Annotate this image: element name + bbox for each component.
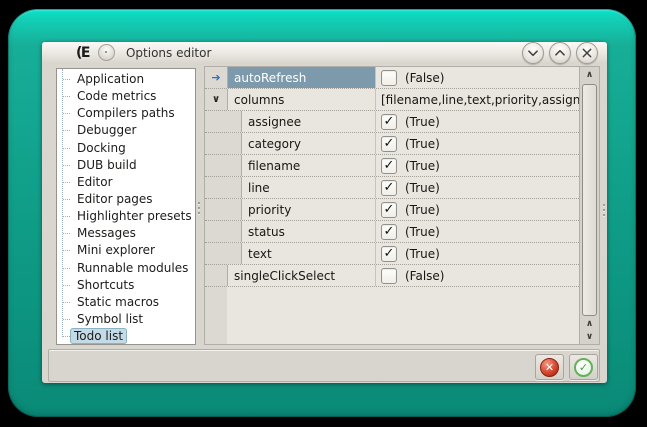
- categories-listbox: Application Code metrics Compilers paths…: [56, 68, 196, 345]
- minimize-button[interactable]: [522, 42, 544, 64]
- property-value: ✓ (True): [375, 199, 579, 220]
- sidebar-item-shortcuts[interactable]: Shortcuts: [57, 277, 195, 294]
- sidebar-item-compilers-paths[interactable]: Compilers paths: [57, 105, 195, 122]
- property-row-text[interactable]: text ✓ (True): [205, 243, 579, 265]
- property-row-priority[interactable]: priority ✓ (True): [205, 199, 579, 221]
- options-property-grid: ➔ autoRefresh (False) ∨ columns: [204, 66, 600, 345]
- sidebar-item-editor[interactable]: Editor: [57, 174, 195, 191]
- cancel-button[interactable]: ✕: [535, 354, 564, 380]
- sidebar-item-messages[interactable]: Messages: [57, 225, 195, 242]
- property-row-singleClickSelect[interactable]: singleClickSelect (False): [205, 265, 579, 287]
- chevron-down-icon: [523, 42, 543, 64]
- check-icon: ✓: [384, 115, 395, 128]
- check-icon: ✓: [384, 225, 395, 238]
- sidebar-item-code-metrics[interactable]: Code metrics: [57, 88, 195, 105]
- selected-row-arrow-icon: ➔: [211, 72, 220, 83]
- sidebar-item-symbol-list[interactable]: Symbol list: [57, 311, 195, 328]
- maximize-button[interactable]: [549, 42, 571, 64]
- chevron-up-icon: [550, 42, 570, 64]
- property-name[interactable]: priority: [241, 199, 375, 220]
- checkbox-checked[interactable]: ✓: [381, 114, 397, 130]
- sidebar-item-application[interactable]: Application: [57, 71, 195, 88]
- property-value: (False): [375, 265, 579, 286]
- property-value: ✓ (True): [375, 177, 579, 198]
- property-rows: ➔ autoRefresh (False) ∨ columns: [205, 67, 579, 344]
- scrollbar-thumb[interactable]: [582, 84, 597, 316]
- accept-button[interactable]: ✓: [569, 354, 598, 380]
- sidebar-item-todo-list[interactable]: Todo list: [57, 328, 195, 345]
- scroll-down-icon[interactable]: ∨: [580, 330, 599, 344]
- options-editor-dialog: (E Options editor: [42, 42, 607, 383]
- property-value: (False): [375, 67, 579, 88]
- property-row-columns[interactable]: ∨ columns [filename,line,text,priority,a…: [205, 89, 579, 111]
- property-name[interactable]: line: [241, 177, 375, 198]
- close-icon: [577, 42, 597, 64]
- checkbox-checked[interactable]: ✓: [381, 158, 397, 174]
- check-icon: ✓: [384, 137, 395, 150]
- accept-icon: ✓: [574, 358, 593, 377]
- checkbox-unchecked[interactable]: [381, 268, 397, 284]
- sidebar-item-editor-pages[interactable]: Editor pages: [57, 191, 195, 208]
- checkbox-checked[interactable]: ✓: [381, 202, 397, 218]
- check-icon: ✓: [384, 203, 395, 216]
- property-row-category[interactable]: category ✓ (True): [205, 133, 579, 155]
- property-name[interactable]: columns: [227, 89, 375, 110]
- row-gutter-cell: ∨: [205, 89, 227, 110]
- screen: (E Options editor: [0, 0, 647, 427]
- sidebar-item-debugger[interactable]: Debugger: [57, 122, 195, 139]
- property-value: ✓ (True): [375, 155, 579, 176]
- checkbox-checked[interactable]: ✓: [381, 224, 397, 240]
- property-name[interactable]: filename: [241, 155, 375, 176]
- checkbox-unchecked[interactable]: [381, 70, 397, 86]
- check-icon: ✓: [384, 159, 395, 172]
- cancel-icon: ✕: [540, 358, 559, 377]
- window-controls: [522, 42, 598, 64]
- checkbox-checked[interactable]: ✓: [381, 136, 397, 152]
- property-value: ✓ (True): [375, 243, 579, 264]
- scroll-up-icon[interactable]: ∧: [580, 68, 599, 82]
- close-button[interactable]: [576, 42, 598, 64]
- check-icon: ✓: [384, 247, 395, 260]
- window-menu-button[interactable]: [98, 44, 115, 61]
- sidebar-item-mini-explorer[interactable]: Mini explorer: [57, 242, 195, 259]
- checkbox-checked[interactable]: ✓: [381, 180, 397, 196]
- property-name[interactable]: assignee: [241, 111, 375, 132]
- resize-grip[interactable]: [603, 204, 605, 216]
- property-name[interactable]: status: [241, 221, 375, 242]
- window-title: Options editor: [126, 46, 211, 60]
- coedit-logo-icon: (E: [76, 46, 89, 60]
- property-row-assignee[interactable]: assignee ✓ (True): [205, 111, 579, 133]
- sidebar-item-runnable-modules[interactable]: Runnable modules: [57, 260, 195, 277]
- checkbox-checked[interactable]: ✓: [381, 246, 397, 262]
- splitter-grip[interactable]: [198, 202, 200, 214]
- row-gutter-cell: ➔: [205, 67, 227, 88]
- property-value: ✓ (True): [375, 111, 579, 132]
- footer-bar: ✕ ✓: [48, 349, 600, 382]
- sidebar-item-highlighter-presets[interactable]: Highlighter presets: [57, 208, 195, 225]
- expander-expanded-icon[interactable]: ∨: [212, 95, 220, 105]
- property-value: ✓ (True): [375, 221, 579, 242]
- scroll-up-icon[interactable]: ∧: [580, 317, 599, 331]
- property-name[interactable]: autoRefresh: [227, 67, 375, 88]
- sidebar-item-static-macros[interactable]: Static macros: [57, 294, 195, 311]
- property-row-line[interactable]: line ✓ (True): [205, 177, 579, 199]
- check-icon: ✓: [384, 181, 395, 194]
- property-name[interactable]: singleClickSelect: [227, 265, 375, 286]
- sidebar-item-dub-build[interactable]: DUB build: [57, 157, 195, 174]
- property-row-autoRefresh[interactable]: ➔ autoRefresh (False): [205, 67, 579, 89]
- property-name[interactable]: text: [241, 243, 375, 264]
- window-frame: (E Options editor: [8, 9, 636, 417]
- grid-vertical-scrollbar[interactable]: ∧ ∧ ∨: [579, 67, 599, 344]
- property-row-status[interactable]: status ✓ (True): [205, 221, 579, 243]
- property-name[interactable]: category: [241, 133, 375, 154]
- property-value[interactable]: [filename,line,text,priority,assigne: [375, 89, 579, 110]
- property-row-filename[interactable]: filename ✓ (True): [205, 155, 579, 177]
- titlebar[interactable]: (E Options editor: [42, 42, 607, 63]
- categories-tree: Application Code metrics Compilers paths…: [57, 69, 195, 345]
- property-value: ✓ (True): [375, 133, 579, 154]
- sidebar-item-docking[interactable]: Docking: [57, 140, 195, 157]
